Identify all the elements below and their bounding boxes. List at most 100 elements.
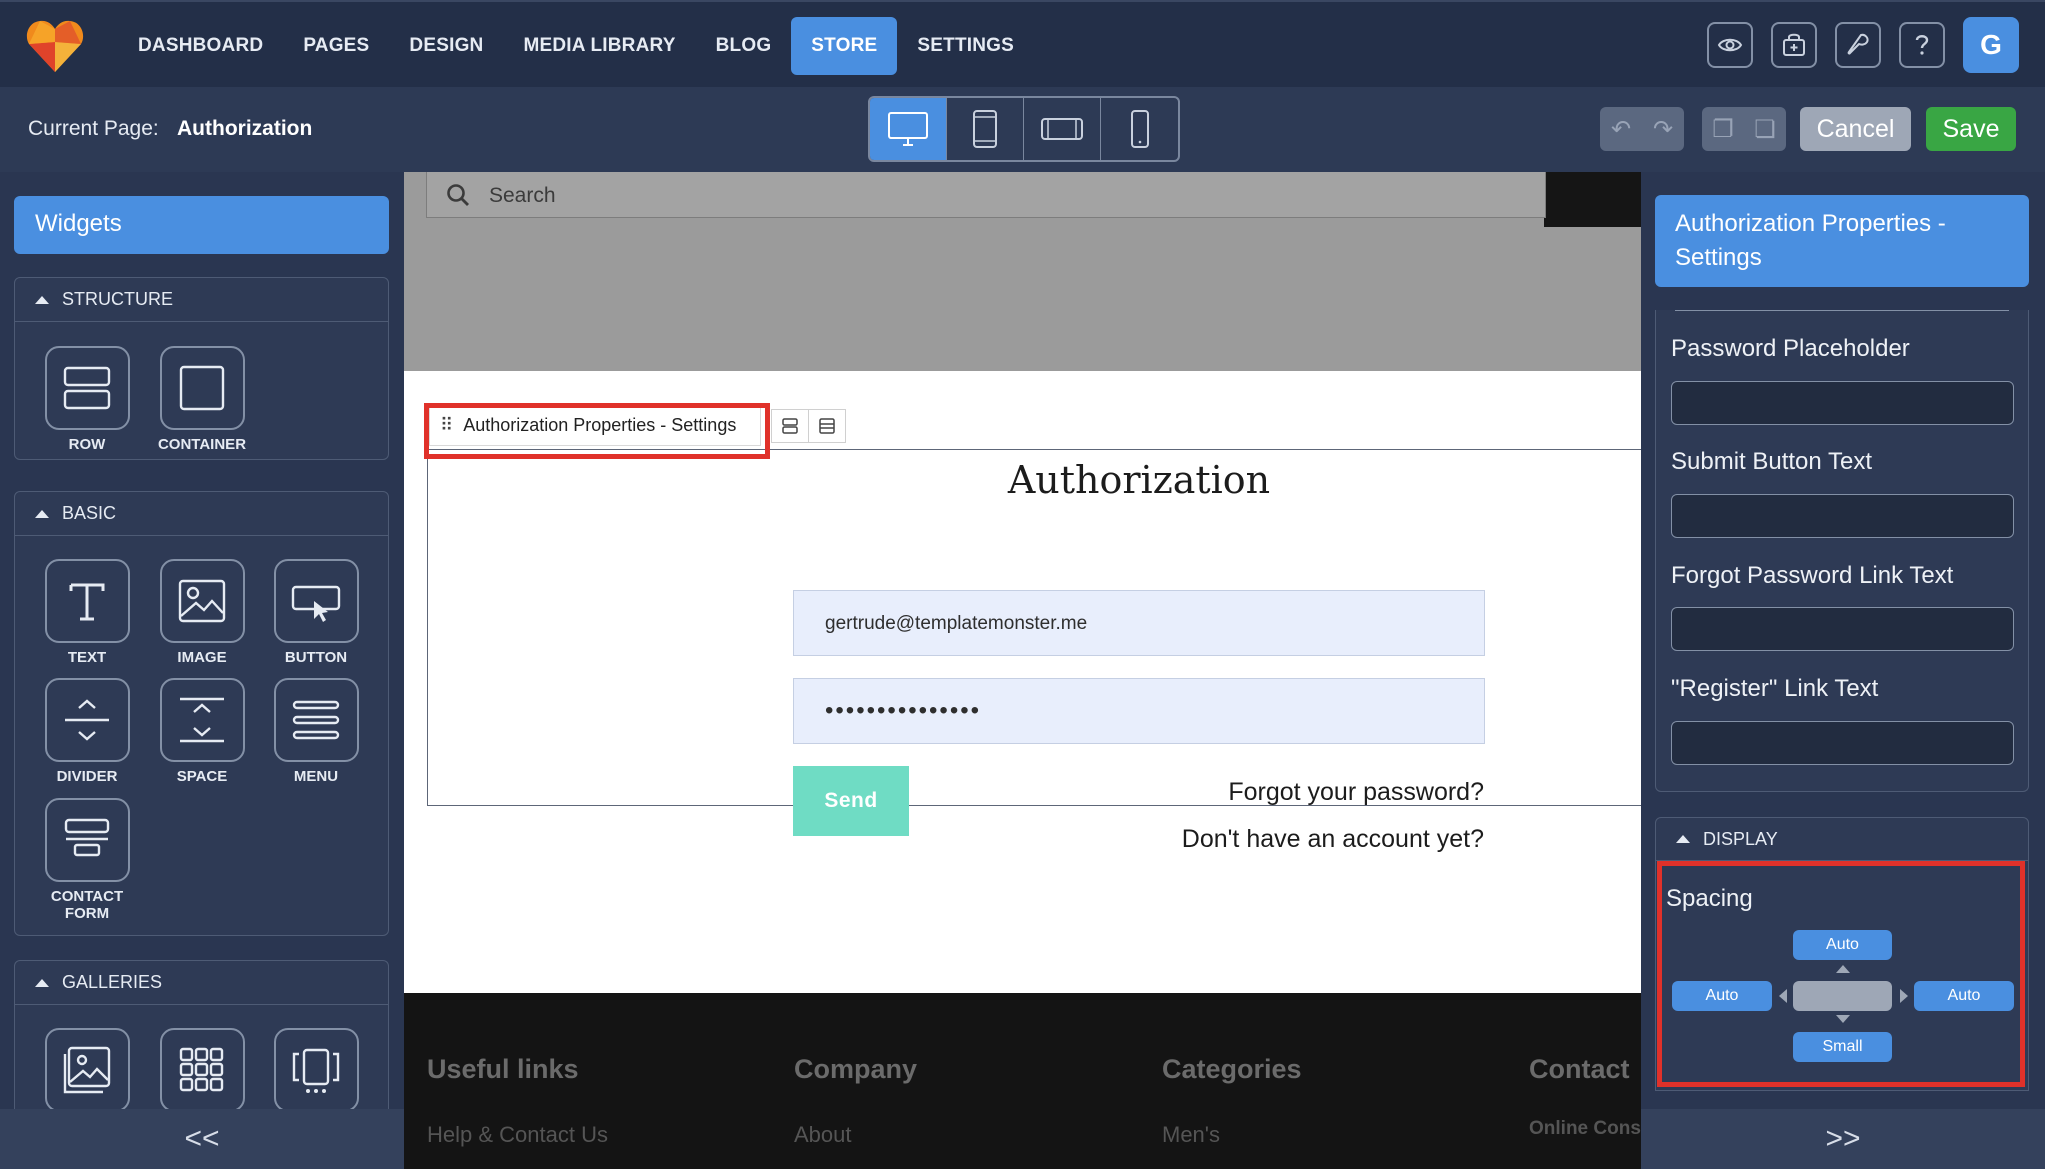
tablet-portrait-icon[interactable] bbox=[947, 98, 1024, 160]
top-navbar: DASHBOARD PAGES DESIGN MEDIA LIBRARY BLO… bbox=[0, 0, 2045, 87]
email-field[interactable]: gertrude@templatemonster.me bbox=[793, 590, 1485, 656]
spacing-top-button[interactable]: Auto bbox=[1793, 930, 1892, 960]
page-canvas: Search ⠿ Authorization Properties - Sett… bbox=[404, 172, 1641, 1169]
container-selector-icon[interactable] bbox=[808, 409, 846, 443]
highlight-widget-label bbox=[424, 403, 770, 459]
widget-space[interactable]: SPACE bbox=[154, 678, 250, 785]
spacing-right-button[interactable]: Auto bbox=[1914, 981, 2014, 1011]
space-icon bbox=[159, 678, 245, 762]
tablet-landscape-icon[interactable] bbox=[1024, 98, 1101, 160]
widget-label: MENU bbox=[293, 768, 339, 785]
search-placeholder: Search bbox=[489, 184, 556, 207]
device-switcher bbox=[868, 96, 1180, 162]
collapse-triangle-icon bbox=[35, 295, 49, 304]
redo-icon[interactable]: ↷ bbox=[1642, 107, 1684, 151]
arrow-up-icon bbox=[1836, 965, 1850, 973]
spacing-bottom-button[interactable]: Small bbox=[1793, 1032, 1892, 1062]
undo-icon[interactable]: ↶ bbox=[1600, 107, 1642, 151]
help-icon[interactable] bbox=[1899, 22, 1945, 68]
widget-text[interactable]: TEXT bbox=[39, 559, 135, 666]
widget-button[interactable]: BUTTON bbox=[268, 559, 364, 666]
text-icon bbox=[44, 559, 130, 643]
nav-pages[interactable]: PAGES bbox=[283, 17, 389, 75]
properties-panel: Authorization Properties - Settings Pass… bbox=[1641, 172, 2045, 1169]
footer-link-online-consult[interactable]: Online Cons bbox=[1529, 1118, 1641, 1140]
save-button[interactable]: Save bbox=[1926, 107, 2016, 151]
forgot-password-link[interactable]: Forgot your password? bbox=[1228, 778, 1484, 807]
preview-eye-icon[interactable] bbox=[1707, 22, 1753, 68]
nav-design[interactable]: DESIGN bbox=[389, 17, 503, 75]
divider-icon bbox=[44, 678, 130, 762]
password-field[interactable]: ••••••••••••••• bbox=[793, 678, 1485, 744]
store-bag-icon[interactable] bbox=[1771, 22, 1817, 68]
search-icon bbox=[447, 184, 469, 206]
footer-link-about[interactable]: About bbox=[794, 1122, 852, 1148]
spacing-title: Spacing bbox=[1666, 885, 1753, 912]
footer-link-help[interactable]: Help & Contact Us bbox=[427, 1122, 608, 1148]
nav-store[interactable]: STORE bbox=[791, 17, 898, 75]
register-link-label: "Register" Link Text bbox=[1671, 675, 1879, 702]
widget-gallery-image[interactable] bbox=[39, 1028, 135, 1118]
display-group-header[interactable]: DISPLAY bbox=[1655, 817, 2029, 861]
widget-row[interactable]: ROW bbox=[39, 346, 135, 453]
nav-dashboard[interactable]: DASHBOARD bbox=[118, 17, 283, 75]
widgets-panel-title: Widgets bbox=[14, 196, 389, 254]
grid-icon bbox=[159, 1028, 245, 1112]
collapse-right-button[interactable]: >> bbox=[1641, 1109, 2045, 1169]
nav-settings[interactable]: SETTINGS bbox=[897, 17, 1034, 75]
widget-divider[interactable]: DIVIDER bbox=[39, 678, 135, 785]
widget-label: DIVIDER bbox=[56, 768, 118, 785]
widget-menu[interactable]: MENU bbox=[268, 678, 364, 785]
widget-image[interactable]: IMAGE bbox=[154, 559, 250, 666]
widget-gallery-carousel[interactable] bbox=[268, 1028, 364, 1118]
copy-paste-group: ❐ ❏ bbox=[1702, 107, 1786, 151]
submit-button-text-input[interactable] bbox=[1671, 494, 2014, 538]
main-nav: DASHBOARD PAGES DESIGN MEDIA LIBRARY BLO… bbox=[118, 17, 1034, 75]
desktop-icon[interactable] bbox=[870, 98, 947, 160]
nav-media-library[interactable]: MEDIA LIBRARY bbox=[503, 17, 695, 75]
cancel-button[interactable]: Cancel bbox=[1800, 107, 1911, 151]
row-selector-icon[interactable] bbox=[771, 409, 809, 443]
group-header-structure[interactable]: STRUCTURE bbox=[15, 278, 388, 322]
widget-label: TEXT bbox=[67, 649, 107, 666]
widget-label: BUTTON bbox=[284, 649, 348, 666]
send-button[interactable]: Send bbox=[793, 766, 909, 836]
password-placeholder-label: Password Placeholder bbox=[1671, 335, 1910, 362]
settings-divider bbox=[1675, 310, 2009, 311]
forgot-password-link-input[interactable] bbox=[1671, 607, 2014, 651]
authorization-title: Authorization bbox=[1007, 458, 1271, 502]
arrow-down-icon bbox=[1836, 1015, 1850, 1023]
group-label: BASIC bbox=[62, 503, 117, 523]
copy-icon[interactable]: ❐ bbox=[1702, 107, 1744, 151]
group-header-basic[interactable]: BASIC bbox=[15, 492, 388, 536]
widget-contact-form[interactable]: CONTACT FORM bbox=[39, 798, 135, 922]
register-link[interactable]: Don't have an account yet? bbox=[1182, 825, 1484, 854]
spacing-left-button[interactable]: Auto bbox=[1672, 981, 1772, 1011]
gallery-image-icon bbox=[44, 1028, 130, 1112]
mobile-icon[interactable] bbox=[1101, 98, 1178, 160]
submit-button-text-label: Submit Button Text bbox=[1671, 448, 1872, 475]
paste-icon[interactable]: ❏ bbox=[1744, 107, 1786, 151]
site-search-bar[interactable]: Search bbox=[426, 172, 1546, 218]
group-header-galleries[interactable]: GALLERIES bbox=[15, 961, 388, 1005]
widget-label: CONTACT FORM bbox=[50, 888, 124, 922]
top-actions: G bbox=[1707, 17, 2019, 73]
widget-container[interactable]: CONTAINER bbox=[154, 346, 250, 453]
footer-link-mens[interactable]: Men's bbox=[1162, 1122, 1220, 1148]
button-icon bbox=[273, 559, 359, 643]
user-avatar[interactable]: G bbox=[1963, 17, 2019, 73]
password-placeholder-input[interactable] bbox=[1671, 381, 2014, 425]
group-label: STRUCTURE bbox=[62, 289, 173, 309]
logo-heart-icon[interactable] bbox=[26, 18, 84, 74]
widgets-panel: Widgets STRUCTURE ROW CONTAINER BASIC TE… bbox=[0, 172, 404, 1169]
wrench-icon[interactable] bbox=[1835, 22, 1881, 68]
widget-gallery-grid[interactable] bbox=[154, 1028, 250, 1118]
nav-blog[interactable]: BLOG bbox=[696, 17, 792, 75]
footer-heading-company: Company bbox=[794, 1054, 918, 1084]
widget-label: CONTAINER bbox=[157, 436, 247, 453]
current-page-value: Authorization bbox=[177, 117, 313, 140]
register-link-input[interactable] bbox=[1671, 721, 2014, 765]
collapse-left-button[interactable]: << bbox=[0, 1109, 404, 1169]
arrow-left-icon bbox=[1779, 989, 1787, 1003]
contact-form-icon bbox=[44, 798, 130, 882]
